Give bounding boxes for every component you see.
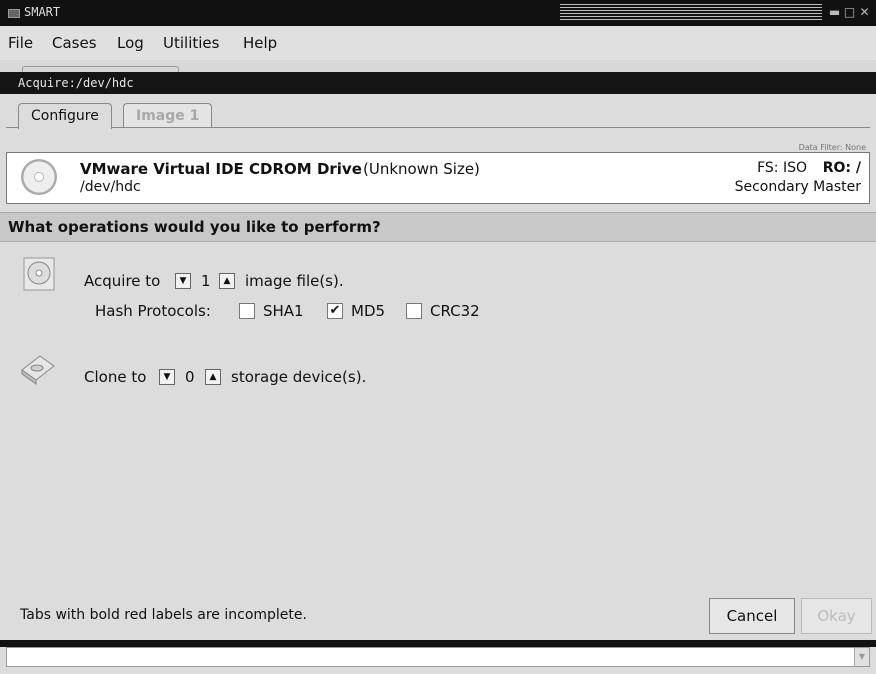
- acquire-decrement-button[interactable]: ▼: [175, 273, 191, 289]
- device-path: /dev/hdc: [80, 179, 141, 195]
- cancel-button[interactable]: Cancel: [709, 598, 795, 634]
- sha1-checkbox[interactable]: [239, 303, 255, 319]
- md5-label: MD5: [351, 302, 386, 320]
- tab-configure[interactable]: Configure: [18, 103, 112, 129]
- combo-dropdown-icon[interactable]: ▼: [854, 648, 869, 666]
- device-size: (Unknown Size): [363, 160, 480, 178]
- hash-protocols-label: Hash Protocols:: [95, 302, 211, 320]
- acquire-count: 1: [201, 272, 211, 290]
- bottom-divider: [0, 640, 876, 647]
- operations-header: What operations would you like to perfor…: [0, 212, 876, 242]
- crc32-label: CRC32: [430, 302, 480, 320]
- document-title-bar: Acquire:/dev/hdc: [0, 72, 876, 94]
- titlebar-grip: [560, 4, 822, 22]
- device-panel[interactable]: VMware Virtual IDE CDROM Drive (Unknown …: [6, 152, 870, 204]
- clone-decrement-button[interactable]: ▼: [159, 369, 175, 385]
- log-combo-field[interactable]: ▼: [6, 647, 870, 667]
- acquire-suffix: image file(s).: [245, 272, 344, 290]
- minimize-icon[interactable]: ▬: [828, 6, 841, 19]
- menu-cases[interactable]: Cases: [52, 34, 97, 52]
- tab-image-1[interactable]: Image 1: [123, 103, 213, 128]
- operations-question: What operations would you like to perfor…: [8, 218, 381, 236]
- close-icon[interactable]: ✕: [858, 6, 871, 19]
- acquire-disc-icon: [23, 257, 55, 291]
- toolbar-strip: [0, 60, 876, 75]
- document-title: Acquire:/dev/hdc: [18, 76, 134, 90]
- clone-increment-button[interactable]: ▲: [205, 369, 221, 385]
- maximize-icon[interactable]: □: [843, 6, 856, 19]
- device-readonly: RO: /: [822, 160, 861, 176]
- title-bar[interactable]: SMART ▬ □ ✕: [0, 0, 876, 26]
- cdrom-icon: [21, 159, 57, 195]
- menu-bar: File Cases Log Utilities Help: [0, 26, 876, 61]
- data-filter-label: Data Filter: None: [798, 143, 866, 152]
- device-filesystem: FS: ISO: [757, 160, 807, 176]
- menu-log[interactable]: Log: [117, 34, 144, 52]
- tab-divider: [6, 127, 870, 128]
- menu-help[interactable]: Help: [243, 34, 277, 52]
- clone-count: 0: [185, 368, 195, 386]
- menu-file[interactable]: File: [8, 34, 33, 52]
- tab-bar: Configure Image 1: [0, 94, 876, 129]
- clone-label: Clone to: [84, 368, 147, 386]
- menu-utilities[interactable]: Utilities: [163, 34, 219, 52]
- acquire-increment-button[interactable]: ▲: [219, 273, 235, 289]
- sha1-label: SHA1: [263, 302, 304, 320]
- window-menu-icon[interactable]: [8, 9, 20, 18]
- md5-checkbox[interactable]: ✔: [327, 303, 343, 319]
- status-message: Tabs with bold red labels are incomplete…: [20, 607, 307, 623]
- okay-button[interactable]: Okay: [801, 598, 872, 634]
- window-title: SMART: [24, 5, 61, 19]
- acquire-label: Acquire to: [84, 272, 161, 290]
- device-name: VMware Virtual IDE CDROM Drive: [80, 160, 362, 178]
- device-position: Secondary Master: [734, 179, 861, 195]
- crc32-checkbox[interactable]: [406, 303, 422, 319]
- clone-suffix: storage device(s).: [231, 368, 367, 386]
- clone-drive-icon: [21, 355, 55, 385]
